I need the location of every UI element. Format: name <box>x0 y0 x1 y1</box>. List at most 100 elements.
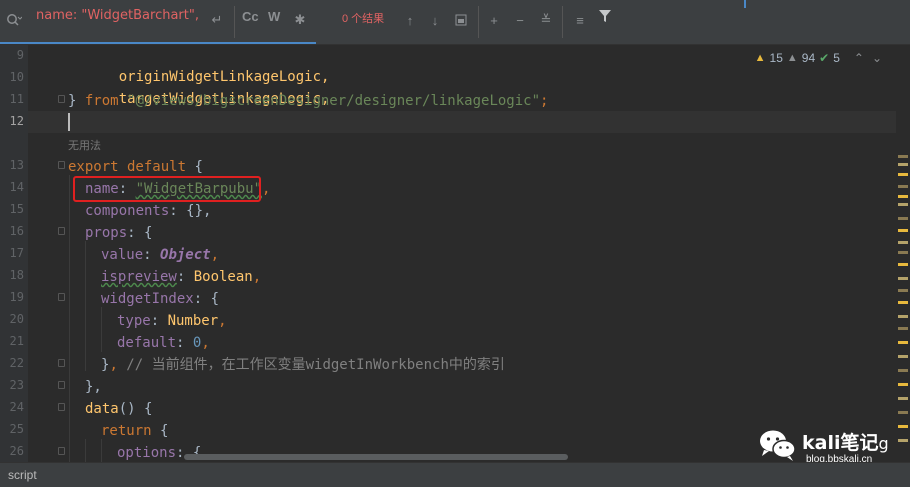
stripe-mark <box>898 163 908 166</box>
watermark-logo: kali笔记g blog.bbskali.cn <box>756 428 906 465</box>
stripe-mark <box>898 229 908 232</box>
indent-guide <box>69 175 70 462</box>
code-line-18: ispreview: Boolean, <box>101 267 261 287</box>
code-line-25: return { <box>101 421 168 441</box>
code-line-21: default: 0, <box>117 333 210 353</box>
match-case-toggle[interactable]: Cc <box>242 9 259 24</box>
whole-words-toggle[interactable]: W <box>268 9 280 24</box>
previous-occurrence-icon[interactable]: ↑ <box>400 10 420 30</box>
inspection-widget[interactable]: ▲ 15 ▲ 94 ✔ 5 ⌃⌄ <box>755 51 890 65</box>
code-token: return <box>101 423 161 439</box>
code-line-22: }, // 当前组件，在工作区变量widgetInWorkbench中的索引 <box>101 355 505 375</box>
code-line-16: props: { <box>85 223 152 243</box>
line-number: 17 <box>9 246 24 260</box>
line-number-gutter: 9 10 11 12 13 14 15 16 17 18 19 20 21 22… <box>0 45 28 462</box>
regex-icon[interactable]: ✱ <box>290 10 310 30</box>
code-editor[interactable]: 9 10 11 12 13 14 15 16 17 18 19 20 21 22… <box>0 45 910 462</box>
next-occurrence-icon[interactable]: ↓ <box>425 10 445 30</box>
warning-icon: ▲ <box>754 52 766 64</box>
remove-occurrence-icon[interactable]: − <box>510 10 530 30</box>
search-input[interactable]: name: "WidgetBarchart", <box>36 8 199 23</box>
code-line-24: data() { <box>85 399 152 419</box>
code-token: components <box>85 203 170 219</box>
code-token: : <box>143 247 161 263</box>
text-caret <box>68 113 70 131</box>
code-token: : { <box>127 225 153 241</box>
code-token: , <box>109 357 127 373</box>
stripe-mark <box>898 397 908 400</box>
prev-next-problem-icon[interactable]: ⌃⌄ <box>854 51 890 65</box>
error-stripe[interactable] <box>898 45 910 462</box>
code-token: type <box>117 313 151 329</box>
fold-marker[interactable] <box>58 403 65 411</box>
line-number: 21 <box>9 334 24 348</box>
code-token: default <box>117 335 177 351</box>
weak-warning-icon: ▲ <box>786 52 798 64</box>
select-all-occurrences-icon[interactable]: ≚ <box>536 10 556 30</box>
horizontal-scrollbar-thumb[interactable] <box>184 454 568 460</box>
code-token: ; <box>540 93 549 109</box>
code-token: widgetIndex <box>101 291 194 307</box>
code-token: { <box>194 159 203 175</box>
search-result-count: 0 个结果 <box>342 13 385 25</box>
show-in-window-icon[interactable] <box>451 10 471 30</box>
stripe-mark <box>898 289 908 292</box>
stripe-mark <box>898 383 908 386</box>
usage-hint[interactable]: 无用法 <box>68 137 101 153</box>
warning-count: 15 <box>769 51 783 65</box>
stripe-mark <box>898 185 908 188</box>
fold-marker[interactable] <box>58 227 65 235</box>
breadcrumb-language[interactable]: script <box>8 468 37 482</box>
code-token: : {}, <box>169 203 212 219</box>
stripe-mark <box>898 251 908 254</box>
stripe-mark <box>898 173 908 176</box>
line-number: 25 <box>9 422 24 436</box>
fold-marker[interactable] <box>58 95 65 103</box>
fold-marker[interactable] <box>58 161 65 169</box>
code-line-17: value: Object, <box>101 245 219 265</box>
line-number: 10 <box>9 70 24 84</box>
funnel-icon[interactable] <box>598 9 612 23</box>
search-history-icon[interactable] <box>4 10 24 30</box>
code-comment: // 当前组件，在工作区变量widgetInWorkbench中的索引 <box>126 357 505 373</box>
stripe-mark <box>898 263 908 266</box>
code-token: export default <box>68 159 195 175</box>
stripe-mark <box>898 301 908 304</box>
stripe-mark <box>898 203 908 206</box>
fold-marker[interactable] <box>58 293 65 301</box>
stripe-mark <box>898 241 908 244</box>
indent-guide <box>101 307 102 352</box>
code-token: , <box>252 269 262 285</box>
line-number-current: 12 <box>9 114 24 128</box>
indent-guide <box>101 439 102 462</box>
watermark-title: kali笔记g <box>802 428 889 455</box>
stripe-mark <box>898 217 908 220</box>
code-token: () { <box>118 401 153 417</box>
code-token: : <box>176 335 193 351</box>
stripe-mark <box>898 155 908 158</box>
panel-divider <box>744 0 746 8</box>
separator <box>478 6 479 38</box>
indent-guide <box>85 241 86 371</box>
code-token: "@/views/bigscreenDesigner/designer/link… <box>127 93 541 109</box>
code-token: options <box>117 445 177 461</box>
fold-marker[interactable] <box>58 359 65 367</box>
line-number: 16 <box>9 224 24 238</box>
add-occurrence-icon[interactable]: + <box>484 10 504 30</box>
filter-options-icon[interactable]: ≡ <box>570 10 590 30</box>
fold-marker[interactable] <box>58 447 65 455</box>
stripe-mark <box>898 315 908 318</box>
separator <box>562 6 563 38</box>
line-number: 19 <box>9 290 24 304</box>
code-token: }, <box>85 379 102 395</box>
line-number: 11 <box>9 92 24 106</box>
code-line-13: export default { <box>68 157 203 177</box>
code-token: , <box>201 335 210 351</box>
code-token: Object <box>160 247 211 263</box>
watermark-title-tail: g <box>878 434 889 453</box>
line-number: 23 <box>9 378 24 392</box>
fold-marker[interactable] <box>58 381 65 389</box>
typo-count: 5 <box>833 51 840 65</box>
typo-check-icon: ✔ <box>819 51 830 65</box>
line-number: 20 <box>9 312 24 326</box>
